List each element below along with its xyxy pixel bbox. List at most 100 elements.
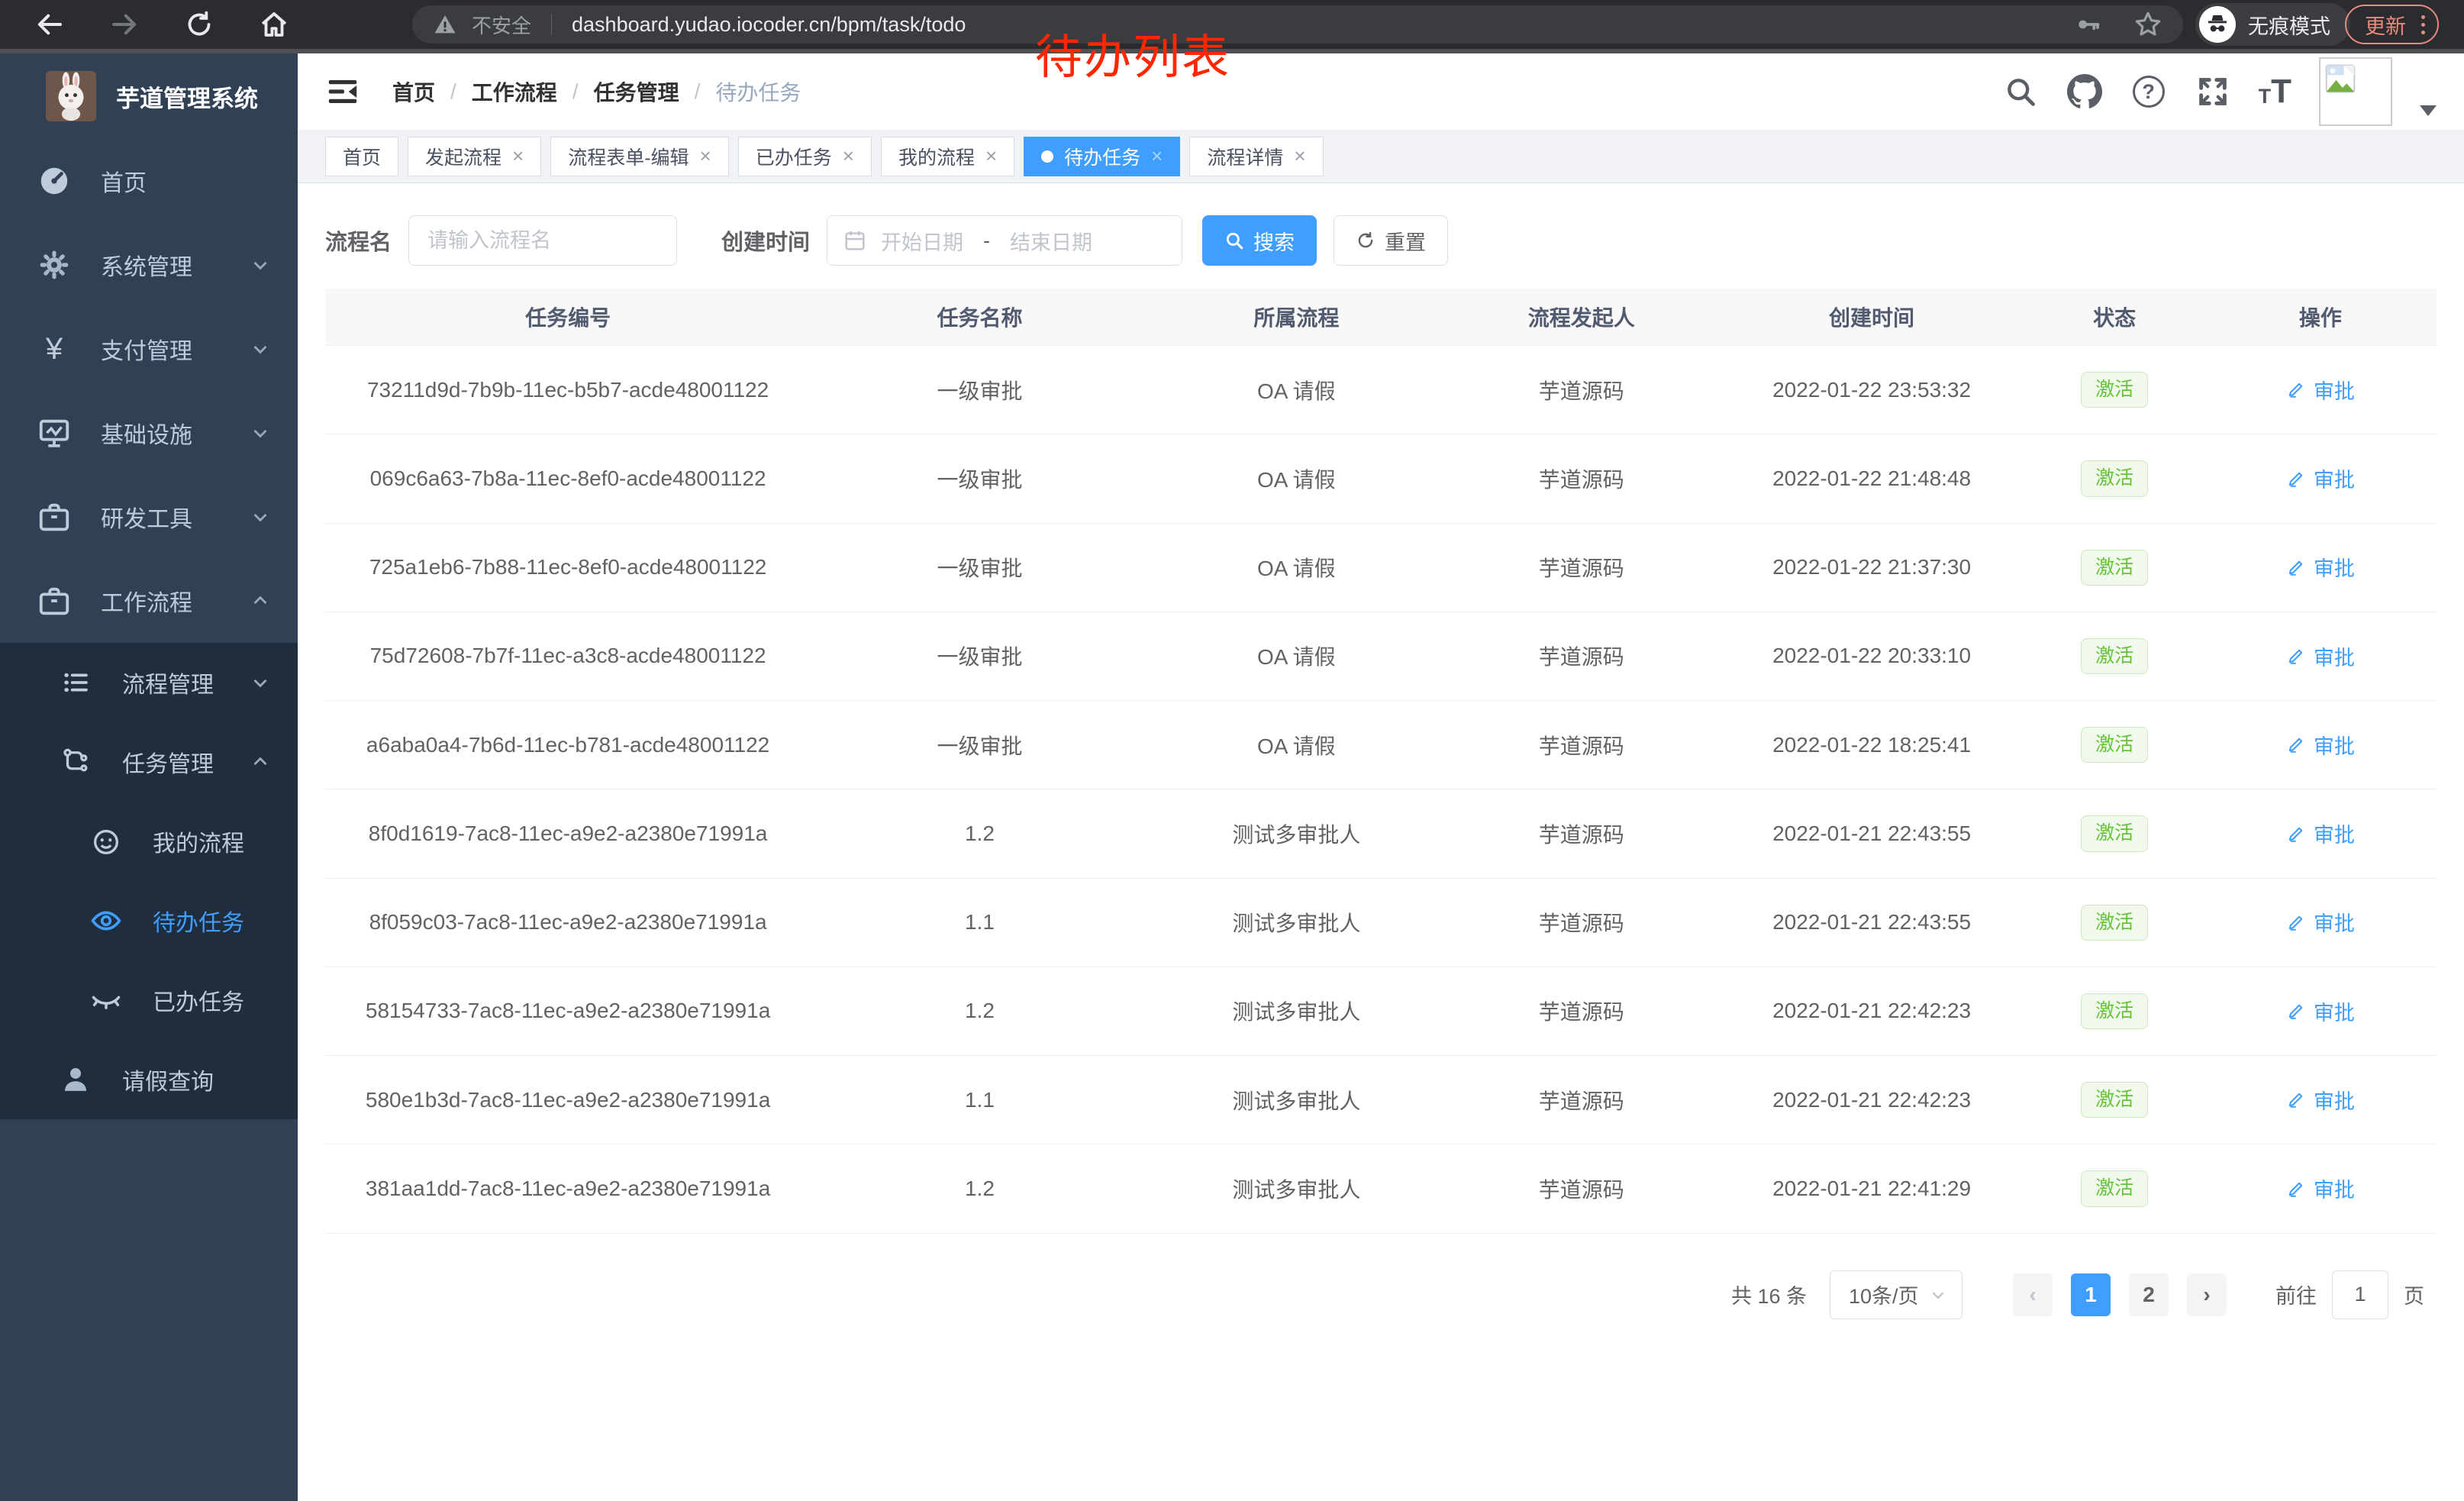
tab[interactable]: 流程详情 × (1189, 137, 1323, 176)
page-size-value: 10条/页 (1849, 1280, 1919, 1309)
approve-link-label: 审批 (2314, 818, 2355, 848)
cell-task-id: 8f059c03-7ac8-11ec-a9e2-a2380e71991a (325, 878, 811, 967)
sidebar-item-system[interactable]: 系统管理 (0, 223, 298, 307)
tab-close-icon[interactable]: × (1151, 144, 1163, 168)
approve-link[interactable]: 审批 (2286, 907, 2355, 937)
sidebar-item-todo-tasks[interactable]: 待办任务 (0, 881, 298, 960)
col-starter: 流程发起人 (1444, 289, 1719, 346)
fullscreen-icon[interactable] (2195, 73, 2231, 110)
help-icon[interactable]: ? (2130, 73, 2167, 110)
sidebar-item-task-mgmt[interactable]: 任务管理 (0, 722, 298, 802)
sidebar-item-label: 待办任务 (153, 904, 272, 938)
tab-label: 首页 (343, 143, 381, 170)
page-size-select[interactable]: 10条/页 (1830, 1270, 1962, 1319)
breadcrumb-home[interactable]: 首页 (392, 76, 435, 107)
cell-process: OA 请假 (1149, 701, 1444, 789)
cell-created: 2022-01-21 22:43:55 (1719, 878, 2025, 967)
chevron-down-icon[interactable] (2420, 105, 2437, 116)
tab-bar: 首页 发起流程 × 流程表单-编辑 × (298, 130, 2464, 183)
page-unit-label: 页 (2404, 1280, 2424, 1309)
sidebar-item-payment[interactable]: ¥ 支付管理 (0, 307, 298, 391)
browser-menu-icon[interactable] (2421, 15, 2425, 34)
approve-link[interactable]: 审批 (2286, 375, 2355, 405)
goto-page-input[interactable] (2332, 1270, 2388, 1319)
sidebar-item-my-process[interactable]: 我的流程 (0, 802, 298, 881)
cell-task-name: 1.2 (811, 967, 1149, 1055)
approve-link[interactable]: 审批 (2286, 730, 2355, 760)
sidebar-item-workflow[interactable]: 工作流程 (0, 559, 298, 643)
sidebar-item-label: 研发工具 (101, 500, 249, 534)
tab-close-icon[interactable]: × (985, 144, 997, 168)
tab[interactable]: 流程表单-编辑 × (550, 137, 729, 176)
tab[interactable]: 首页 (325, 137, 398, 176)
bookmark-star-icon[interactable] (2133, 9, 2163, 40)
cell-status: 激活 (2025, 967, 2204, 1055)
tab[interactable]: 我的流程 × (881, 137, 1014, 176)
tab-close-icon[interactable]: × (512, 144, 524, 168)
cell-status: 激活 (2025, 346, 2204, 434)
prev-page-icon[interactable]: ‹ (2013, 1273, 2053, 1316)
table-row: 381aa1dd-7ac8-11ec-a9e2-a2380e71991a 1.2… (325, 1144, 2437, 1233)
chevron-up-icon (249, 750, 272, 773)
breadcrumb-workflow[interactable]: 工作流程 (472, 76, 557, 107)
cell-status: 激活 (2025, 523, 2204, 612)
process-name-input[interactable] (408, 215, 677, 266)
home-icon[interactable] (256, 7, 292, 42)
sidebar-item-infra[interactable]: 基础设施 (0, 391, 298, 475)
approve-link[interactable]: 审批 (2286, 1173, 2355, 1203)
update-button[interactable]: 更新 (2345, 5, 2439, 44)
tab[interactable]: 发起流程 × (408, 137, 541, 176)
cell-created: 2022-01-21 22:43:55 (1719, 789, 2025, 878)
cell-actions: 审批 (2204, 523, 2437, 612)
logo-image (46, 71, 96, 121)
breadcrumb-task-mgmt[interactable]: 任务管理 (594, 76, 679, 107)
reload-icon[interactable] (182, 7, 217, 42)
github-icon[interactable] (2066, 73, 2103, 110)
page-button-2[interactable]: 2 (2129, 1273, 2169, 1316)
avatar[interactable] (2319, 57, 2392, 126)
sidebar-toggle-icon[interactable] (325, 74, 360, 109)
approve-link[interactable]: 审批 (2286, 996, 2355, 1026)
forward-icon[interactable] (107, 7, 142, 42)
pencil-icon (2286, 824, 2306, 844)
approve-link[interactable]: 审批 (2286, 463, 2355, 493)
sidebar-item-home[interactable]: 首页 (0, 139, 298, 223)
tab-close-icon[interactable]: × (1294, 144, 1305, 168)
cell-task-id: a6aba0a4-7b6d-11ec-b781-acde48001122 (325, 701, 811, 789)
process-name-label: 流程名 (325, 224, 392, 257)
search-icon[interactable] (2002, 73, 2039, 110)
tab[interactable]: 待办任务 × (1024, 137, 1180, 176)
top-navbar: 首页 / 工作流程 / 任务管理 / 待办任务 ? (298, 53, 2464, 130)
cell-actions: 审批 (2204, 967, 2437, 1055)
col-process: 所属流程 (1149, 289, 1444, 346)
next-page-icon[interactable]: › (2187, 1273, 2227, 1316)
sidebar-item-process-mgmt[interactable]: 流程管理 (0, 643, 298, 722)
pencil-icon (2286, 1179, 2306, 1199)
sidebar-item-leave-query[interactable]: 请假查询 (0, 1040, 298, 1119)
font-size-icon[interactable]: TT (2259, 76, 2291, 107)
key-icon[interactable] (2073, 10, 2102, 39)
active-tab-dot (1041, 150, 1053, 163)
approve-link[interactable]: 审批 (2286, 818, 2355, 848)
approve-link-label: 审批 (2314, 463, 2355, 493)
approve-link[interactable]: 审批 (2286, 641, 2355, 671)
tab[interactable]: 已办任务 × (738, 137, 872, 176)
address-bar[interactable]: 不安全 dashboard.yudao.iocoder.cn/bpm/task/… (412, 5, 2183, 44)
search-button[interactable]: 搜索 (1202, 215, 1317, 266)
approve-link[interactable]: 审批 (2286, 552, 2355, 582)
sidebar-item-label: 我的流程 (153, 825, 272, 858)
tab-close-icon[interactable]: × (843, 144, 854, 168)
chevron-down-icon (249, 671, 272, 694)
app-logo[interactable]: 芋道管理系统 (0, 53, 298, 139)
reset-button[interactable]: 重置 (1334, 215, 1448, 266)
approve-link[interactable]: 审批 (2286, 1085, 2355, 1115)
tab-close-icon[interactable]: × (700, 144, 711, 168)
cell-task-name: 1.1 (811, 1056, 1149, 1144)
sidebar-item-done-tasks[interactable]: 已办任务 (0, 960, 298, 1040)
status-badge: 激活 (2081, 460, 2148, 496)
date-range-picker[interactable]: 开始日期 - 结束日期 (827, 215, 1182, 266)
sidebar-item-devtools[interactable]: 研发工具 (0, 475, 298, 559)
page-button-1[interactable]: 1 (2071, 1273, 2111, 1316)
cell-task-name: 1.2 (811, 789, 1149, 878)
back-icon[interactable] (32, 7, 67, 42)
